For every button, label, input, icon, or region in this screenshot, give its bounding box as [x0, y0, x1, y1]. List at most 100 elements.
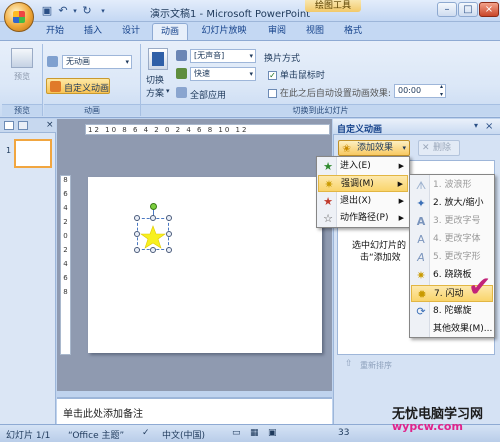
close-pane-icon[interactable]: × — [46, 120, 54, 130]
checkmark-annotation-icon: ✔ — [468, 270, 492, 303]
add-effect-menu: ★ 进入(E) ▶ ✷ 强调(M) ▶ ★ 退出(X) ▶ ☆ 动作路径(P) … — [316, 156, 410, 228]
motion-path-icon: ☆ — [323, 212, 333, 225]
menu-item-change-font-size[interactable]: A 3. 更改字号 — [411, 213, 493, 230]
tab-home[interactable]: 开始 — [38, 23, 72, 40]
tab-design[interactable]: 设计 — [114, 23, 148, 40]
apply-to-all-button[interactable]: 全部应用 — [190, 88, 226, 101]
resize-handle[interactable] — [134, 247, 140, 253]
apply-all-icon — [176, 87, 187, 98]
tab-slideshow[interactable]: 幻灯片放映 — [194, 23, 254, 40]
tab-insert[interactable]: 插入 — [76, 23, 110, 40]
animation-dropdown[interactable]: 无动画 ▾ — [62, 55, 132, 69]
slide-sorter-icon[interactable]: ▦ — [250, 428, 259, 438]
minimize-button[interactable]: – — [437, 2, 457, 17]
auto-time-input[interactable]: 00:00 ▴ ▾ — [394, 83, 446, 99]
pane-tabs[interactable]: × — [0, 119, 56, 133]
add-effect-button[interactable]: ✬ 添加效果 ▾ — [338, 140, 410, 156]
font-size-icon: A — [416, 215, 426, 228]
close-button[interactable]: × — [479, 2, 499, 17]
normal-view-icon[interactable]: ▭ — [232, 428, 241, 438]
chevron-down-icon: ▾ — [249, 52, 253, 60]
resize-handle[interactable] — [134, 231, 140, 237]
remove-button[interactable]: ✕ 删除 — [418, 140, 460, 156]
menu-item-wave[interactable]: ᗑ 1. 波浪形 — [411, 177, 493, 194]
office-button[interactable] — [4, 2, 34, 32]
zoom-level[interactable]: 33 — [338, 428, 349, 438]
preview-button[interactable]: 预览 — [8, 48, 36, 84]
chevron-down-icon[interactable]: ▾ — [474, 121, 478, 130]
window-title: 演示文稿1 - Microsoft PowerPoint — [150, 9, 311, 20]
slides-tab-icon[interactable] — [4, 121, 14, 130]
switch-scheme-label-2[interactable]: 方案 — [146, 86, 164, 99]
notes-pane[interactable]: 单击此处添加备注 — [57, 397, 332, 424]
animation-type-icon — [47, 56, 58, 67]
chevron-down-icon: ▾ — [125, 58, 129, 66]
flicker-icon: ✹ — [417, 288, 427, 301]
watermark-url: wypcw.com — [392, 420, 463, 433]
star-shape[interactable] — [139, 225, 167, 249]
menu-item-entrance[interactable]: ★ 进入(E) ▶ — [318, 158, 408, 175]
transition-speed-dropdown[interactable]: 快速 ▾ — [190, 67, 256, 81]
spinner-icon[interactable]: ▴ ▾ — [440, 83, 443, 99]
exit-star-icon: ★ — [323, 195, 333, 208]
speed-icon — [176, 68, 187, 79]
rotation-handle[interactable] — [150, 203, 157, 210]
save-icon[interactable]: ▣ — [40, 4, 54, 18]
menu-item-spin[interactable]: ⟳ 8. 陀螺旋 — [411, 303, 493, 320]
resize-handle[interactable] — [166, 247, 172, 253]
redo-icon[interactable]: ↻ — [80, 4, 94, 18]
auto-after-checkbox[interactable]: 在此之后自动设置动画效果: — [268, 86, 391, 99]
font-icon: A — [417, 233, 425, 246]
transition-sound-dropdown[interactable]: [无声音] ▾ — [190, 49, 256, 63]
resize-handle[interactable] — [150, 215, 156, 221]
maximize-button[interactable]: □ — [458, 2, 478, 17]
resize-handle[interactable] — [166, 231, 172, 237]
custom-animation-button[interactable]: 自定义动画 — [46, 78, 110, 94]
slide-thumbnail[interactable] — [14, 139, 52, 168]
font-style-icon: A — [417, 251, 425, 264]
tab-view[interactable]: 视图 — [298, 23, 332, 40]
menu-item-change-font[interactable]: A 4. 更改字体 — [411, 231, 493, 248]
menu-item-grow-shrink[interactable]: ✦ 2. 放大/缩小 — [411, 195, 493, 212]
menu-item-motion-path[interactable]: ☆ 动作路径(P) ▶ — [318, 210, 408, 227]
tab-animations[interactable]: 动画 — [152, 23, 188, 40]
on-mouse-click-checkbox[interactable]: ✓ 单击鼠标时 — [268, 68, 325, 81]
custom-animation-icon — [50, 81, 61, 92]
hint-text: 选中幻灯片的 击“添加效 — [352, 241, 407, 263]
wave-icon: ᗑ — [415, 179, 427, 192]
tab-review[interactable]: 审阅 — [260, 23, 294, 40]
drawing-tools-context-label: 绘图工具 — [305, 0, 361, 12]
checkbox-checked[interactable]: ✓ — [268, 71, 277, 80]
chevron-down-icon: ▾ — [402, 144, 406, 152]
tab-format[interactable]: 格式 — [336, 23, 370, 40]
grow-shrink-icon: ✦ — [416, 197, 426, 210]
spin-icon: ⟳ — [416, 305, 426, 318]
advance-slide-title: 换片方式 — [264, 54, 301, 64]
menu-item-change-font-style[interactable]: A 5. 更改字形 — [411, 249, 493, 266]
remove-icon: ✕ — [422, 143, 430, 153]
slide-canvas[interactable] — [88, 177, 322, 353]
spellcheck-icon[interactable]: ✓ — [142, 428, 150, 438]
outline-tab-icon[interactable] — [18, 121, 28, 130]
preview-icon — [11, 48, 33, 68]
menu-item-emphasis[interactable]: ✷ 强调(M) ▶ — [318, 175, 408, 192]
customize-qat-icon[interactable]: ▾ — [96, 4, 110, 18]
emphasis-submenu: ᗑ 1. 波浪形 ✦ 2. 放大/缩小 A 3. 更改字号 A 4. 更改字体 … — [409, 174, 495, 338]
group-label-transition: 切换到此幻灯片 — [141, 104, 500, 116]
chevron-down-icon: ▾ — [249, 70, 253, 78]
resize-handle[interactable] — [134, 215, 140, 221]
menu-item-exit[interactable]: ★ 退出(X) ▶ — [318, 193, 408, 210]
close-icon[interactable]: × — [485, 121, 493, 132]
slideshow-view-icon[interactable]: ▣ — [268, 428, 277, 438]
resize-handle[interactable] — [166, 215, 172, 221]
sound-icon — [176, 50, 187, 61]
reorder-up-icon[interactable]: ⇧ — [345, 359, 353, 369]
emphasis-star-icon: ✷ — [324, 178, 334, 191]
group-label-preview: 预览 — [2, 104, 42, 116]
switch-scheme-label-1[interactable]: 切换 — [146, 73, 164, 86]
office-logo-icon — [13, 11, 25, 23]
menu-item-more-effects[interactable]: 其他效果(M)... — [411, 321, 493, 338]
chevron-right-icon: ▶ — [398, 214, 404, 222]
resize-handle[interactable] — [150, 247, 156, 253]
checkbox-unchecked[interactable] — [268, 89, 277, 98]
